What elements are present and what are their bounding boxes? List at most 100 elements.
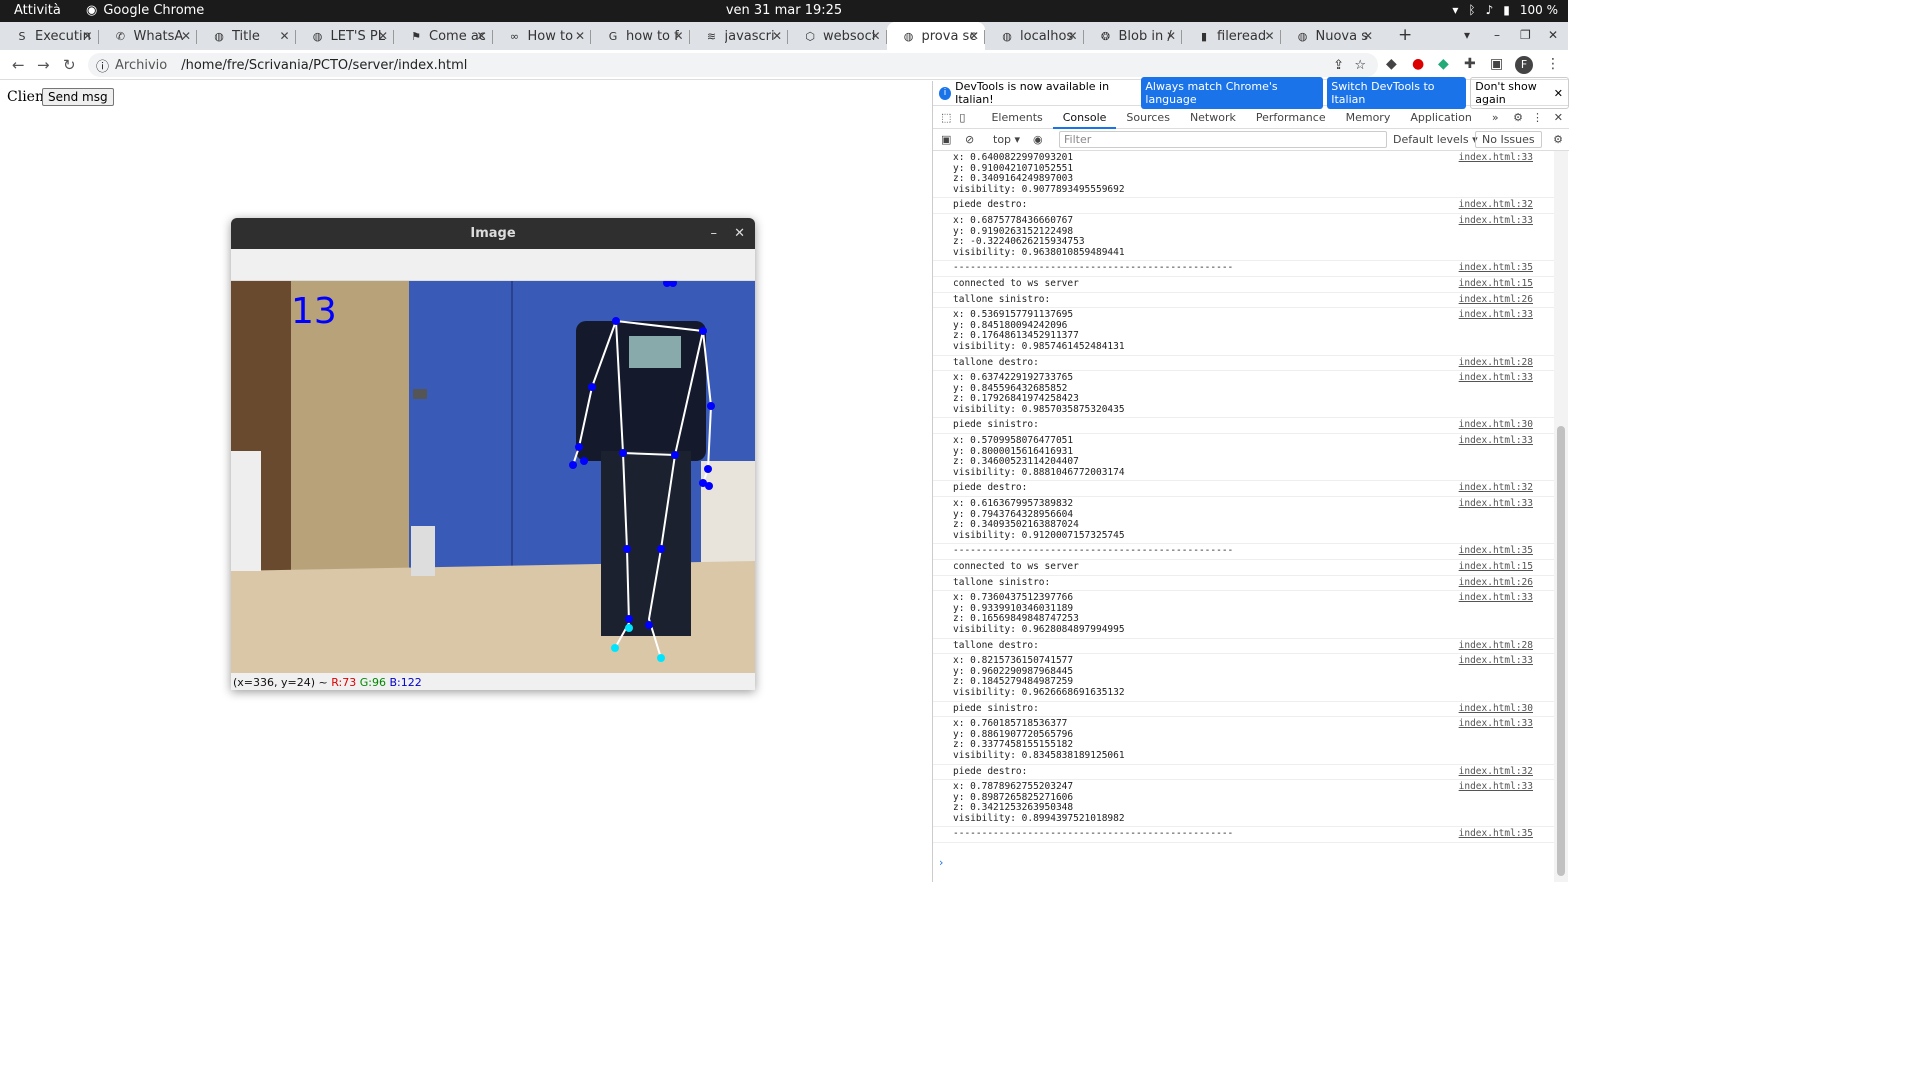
avatar[interactable]: F: [1515, 56, 1533, 74]
opera-icon[interactable]: ●: [1412, 56, 1424, 72]
source-link[interactable]: index.html:32: [1459, 483, 1533, 494]
source-link[interactable]: index.html:35: [1459, 829, 1533, 840]
tab-search-icon[interactable]: ▾: [1464, 28, 1470, 42]
switch-italian-button[interactable]: Switch DevTools to Italian: [1327, 77, 1467, 109]
source-link[interactable]: index.html:33: [1459, 781, 1533, 793]
tab-elements[interactable]: Elements: [981, 106, 1052, 129]
puzzle-icon[interactable]: ✚: [1464, 56, 1476, 72]
source-link[interactable]: index.html:30: [1459, 420, 1533, 431]
tab-11[interactable]: ❂ Blob in / ✕: [1084, 22, 1183, 50]
close-tab-icon[interactable]: ✕: [969, 29, 979, 43]
close-tab-icon[interactable]: ✕: [870, 29, 880, 43]
tab-console[interactable]: Console: [1052, 106, 1117, 129]
close-devtools-icon[interactable]: ✕: [1554, 111, 1563, 124]
source-link[interactable]: index.html:15: [1459, 278, 1533, 290]
tab-performance[interactable]: Performance: [1246, 106, 1336, 129]
source-link[interactable]: index.html:33: [1459, 152, 1533, 164]
source-link[interactable]: index.html:26: [1459, 577, 1533, 589]
close-tab-icon[interactable]: ✕: [673, 29, 683, 43]
tab-2[interactable]: ◍ Title ✕: [197, 22, 296, 50]
address-bar[interactable]: ⓘ Archivio /home/fre/Scrivania/PCTO/serv…: [88, 53, 1378, 77]
share-icon[interactable]: ⇪: [1333, 58, 1344, 73]
close-tab-icon[interactable]: ✕: [1067, 29, 1077, 43]
tab-network[interactable]: Network: [1180, 106, 1246, 129]
close-tab-icon[interactable]: ✕: [378, 29, 388, 43]
source-link[interactable]: index.html:33: [1459, 372, 1533, 384]
minimize-icon[interactable]: –: [711, 218, 718, 249]
close-tab-icon[interactable]: ✕: [1264, 29, 1274, 43]
inspect-icon[interactable]: ⬚: [933, 111, 957, 124]
gear-icon[interactable]: ⚙: [1513, 111, 1523, 124]
source-link[interactable]: index.html:28: [1459, 640, 1533, 652]
activities-button[interactable]: Attività: [14, 3, 61, 18]
source-link[interactable]: index.html:33: [1459, 435, 1533, 447]
source-link[interactable]: index.html:32: [1459, 200, 1533, 211]
tab-0[interactable]: S Executin ✕: [0, 22, 99, 50]
side-panel-icon[interactable]: ▣: [1490, 56, 1503, 72]
close-tab-icon[interactable]: ✕: [476, 29, 486, 43]
source-link[interactable]: index.html:33: [1459, 310, 1533, 321]
extension-icon[interactable]: ◆: [1386, 56, 1397, 72]
minimize-icon[interactable]: –: [1494, 28, 1500, 42]
source-link[interactable]: index.html:35: [1459, 546, 1533, 557]
scrollbar-thumb[interactable]: [1557, 426, 1565, 876]
context-selector[interactable]: top ▾: [993, 133, 1020, 146]
issues-button[interactable]: No Issues: [1475, 131, 1542, 148]
reload-icon[interactable]: ↻: [63, 56, 76, 74]
kebab-menu-icon[interactable]: ⋮: [1532, 111, 1543, 124]
source-link[interactable]: index.html:33: [1459, 593, 1533, 604]
close-tab-icon[interactable]: ✕: [575, 29, 585, 43]
filter-input[interactable]: Filter: [1059, 131, 1387, 148]
source-link[interactable]: index.html:33: [1459, 656, 1533, 667]
tab-sources[interactable]: Sources: [1116, 106, 1180, 129]
restore-icon[interactable]: ❐: [1520, 28, 1531, 42]
more-tabs-icon[interactable]: »: [1482, 106, 1509, 129]
console-prompt-icon[interactable]: ›: [939, 856, 943, 869]
forward-icon[interactable]: →: [37, 56, 50, 74]
tab-10[interactable]: ◍ localhos ✕: [985, 22, 1084, 50]
send-msg-button[interactable]: Send msg: [42, 88, 114, 106]
source-link[interactable]: index.html:33: [1459, 498, 1533, 510]
app-menu[interactable]: ◉ Google Chrome: [86, 3, 204, 18]
tab-3[interactable]: ◍ LET'S PL ✕: [296, 22, 395, 50]
tab-13[interactable]: ◍ Nuova s ✕: [1281, 22, 1380, 50]
source-link[interactable]: index.html:15: [1459, 561, 1533, 573]
close-tab-icon[interactable]: ✕: [1363, 29, 1373, 43]
tab-12[interactable]: ▮ fileread ✕: [1182, 22, 1281, 50]
match-language-button[interactable]: Always match Chrome's language: [1141, 77, 1324, 109]
source-link[interactable]: index.html:26: [1459, 294, 1533, 306]
close-tab-icon[interactable]: ✕: [279, 29, 289, 43]
scrollbar[interactable]: [1554, 151, 1568, 882]
tab-7[interactable]: ≋ javascri ✕: [690, 22, 789, 50]
clock[interactable]: ven 31 mar 19:25: [0, 3, 1568, 18]
back-icon[interactable]: ←: [12, 56, 25, 74]
close-tab-icon[interactable]: ✕: [82, 29, 92, 43]
console-settings-icon[interactable]: ⚙: [1553, 133, 1563, 146]
system-tray[interactable]: ▾ ᛒ ♪ ▮ 100 %: [1452, 3, 1558, 17]
console-log[interactable]: x: 0.6400822997093201 y: 0.9100421071052…: [933, 151, 1555, 882]
close-tab-icon[interactable]: ✕: [772, 29, 782, 43]
levels-dropdown[interactable]: Default levels ▾: [1393, 133, 1478, 146]
source-link[interactable]: index.html:32: [1459, 766, 1533, 778]
source-link[interactable]: index.html:35: [1459, 263, 1533, 274]
tab-4[interactable]: ⚑ Come ac ✕: [394, 22, 493, 50]
tab-memory[interactable]: Memory: [1336, 106, 1401, 129]
source-link[interactable]: index.html:33: [1459, 719, 1533, 730]
image-window[interactable]: Image – ✕ 13 (x=336, y=24) ~ R:73 G:96 B…: [231, 218, 755, 690]
tab-8[interactable]: ⬡ websocl ✕: [788, 22, 887, 50]
tab-1[interactable]: ✆ WhatsA ✕: [99, 22, 198, 50]
extension-icon[interactable]: ◆: [1438, 56, 1449, 72]
window-titlebar[interactable]: Image – ✕: [231, 218, 755, 249]
clear-console-icon[interactable]: ⊘: [965, 133, 974, 146]
new-tab-button[interactable]: +: [1398, 25, 1412, 45]
eye-icon[interactable]: ◉: [1033, 133, 1043, 146]
tab-application[interactable]: Application: [1400, 106, 1481, 129]
source-link[interactable]: index.html:28: [1459, 357, 1533, 369]
close-tab-icon[interactable]: ✕: [1166, 29, 1176, 43]
close-icon[interactable]: ✕: [1554, 87, 1563, 100]
source-link[interactable]: index.html:30: [1459, 703, 1533, 715]
tab-6[interactable]: Ghow to f ✕: [591, 22, 690, 50]
close-tab-icon[interactable]: ✕: [181, 29, 191, 43]
camera-frame[interactable]: 13: [231, 281, 755, 673]
close-window-icon[interactable]: ✕: [1548, 28, 1558, 42]
